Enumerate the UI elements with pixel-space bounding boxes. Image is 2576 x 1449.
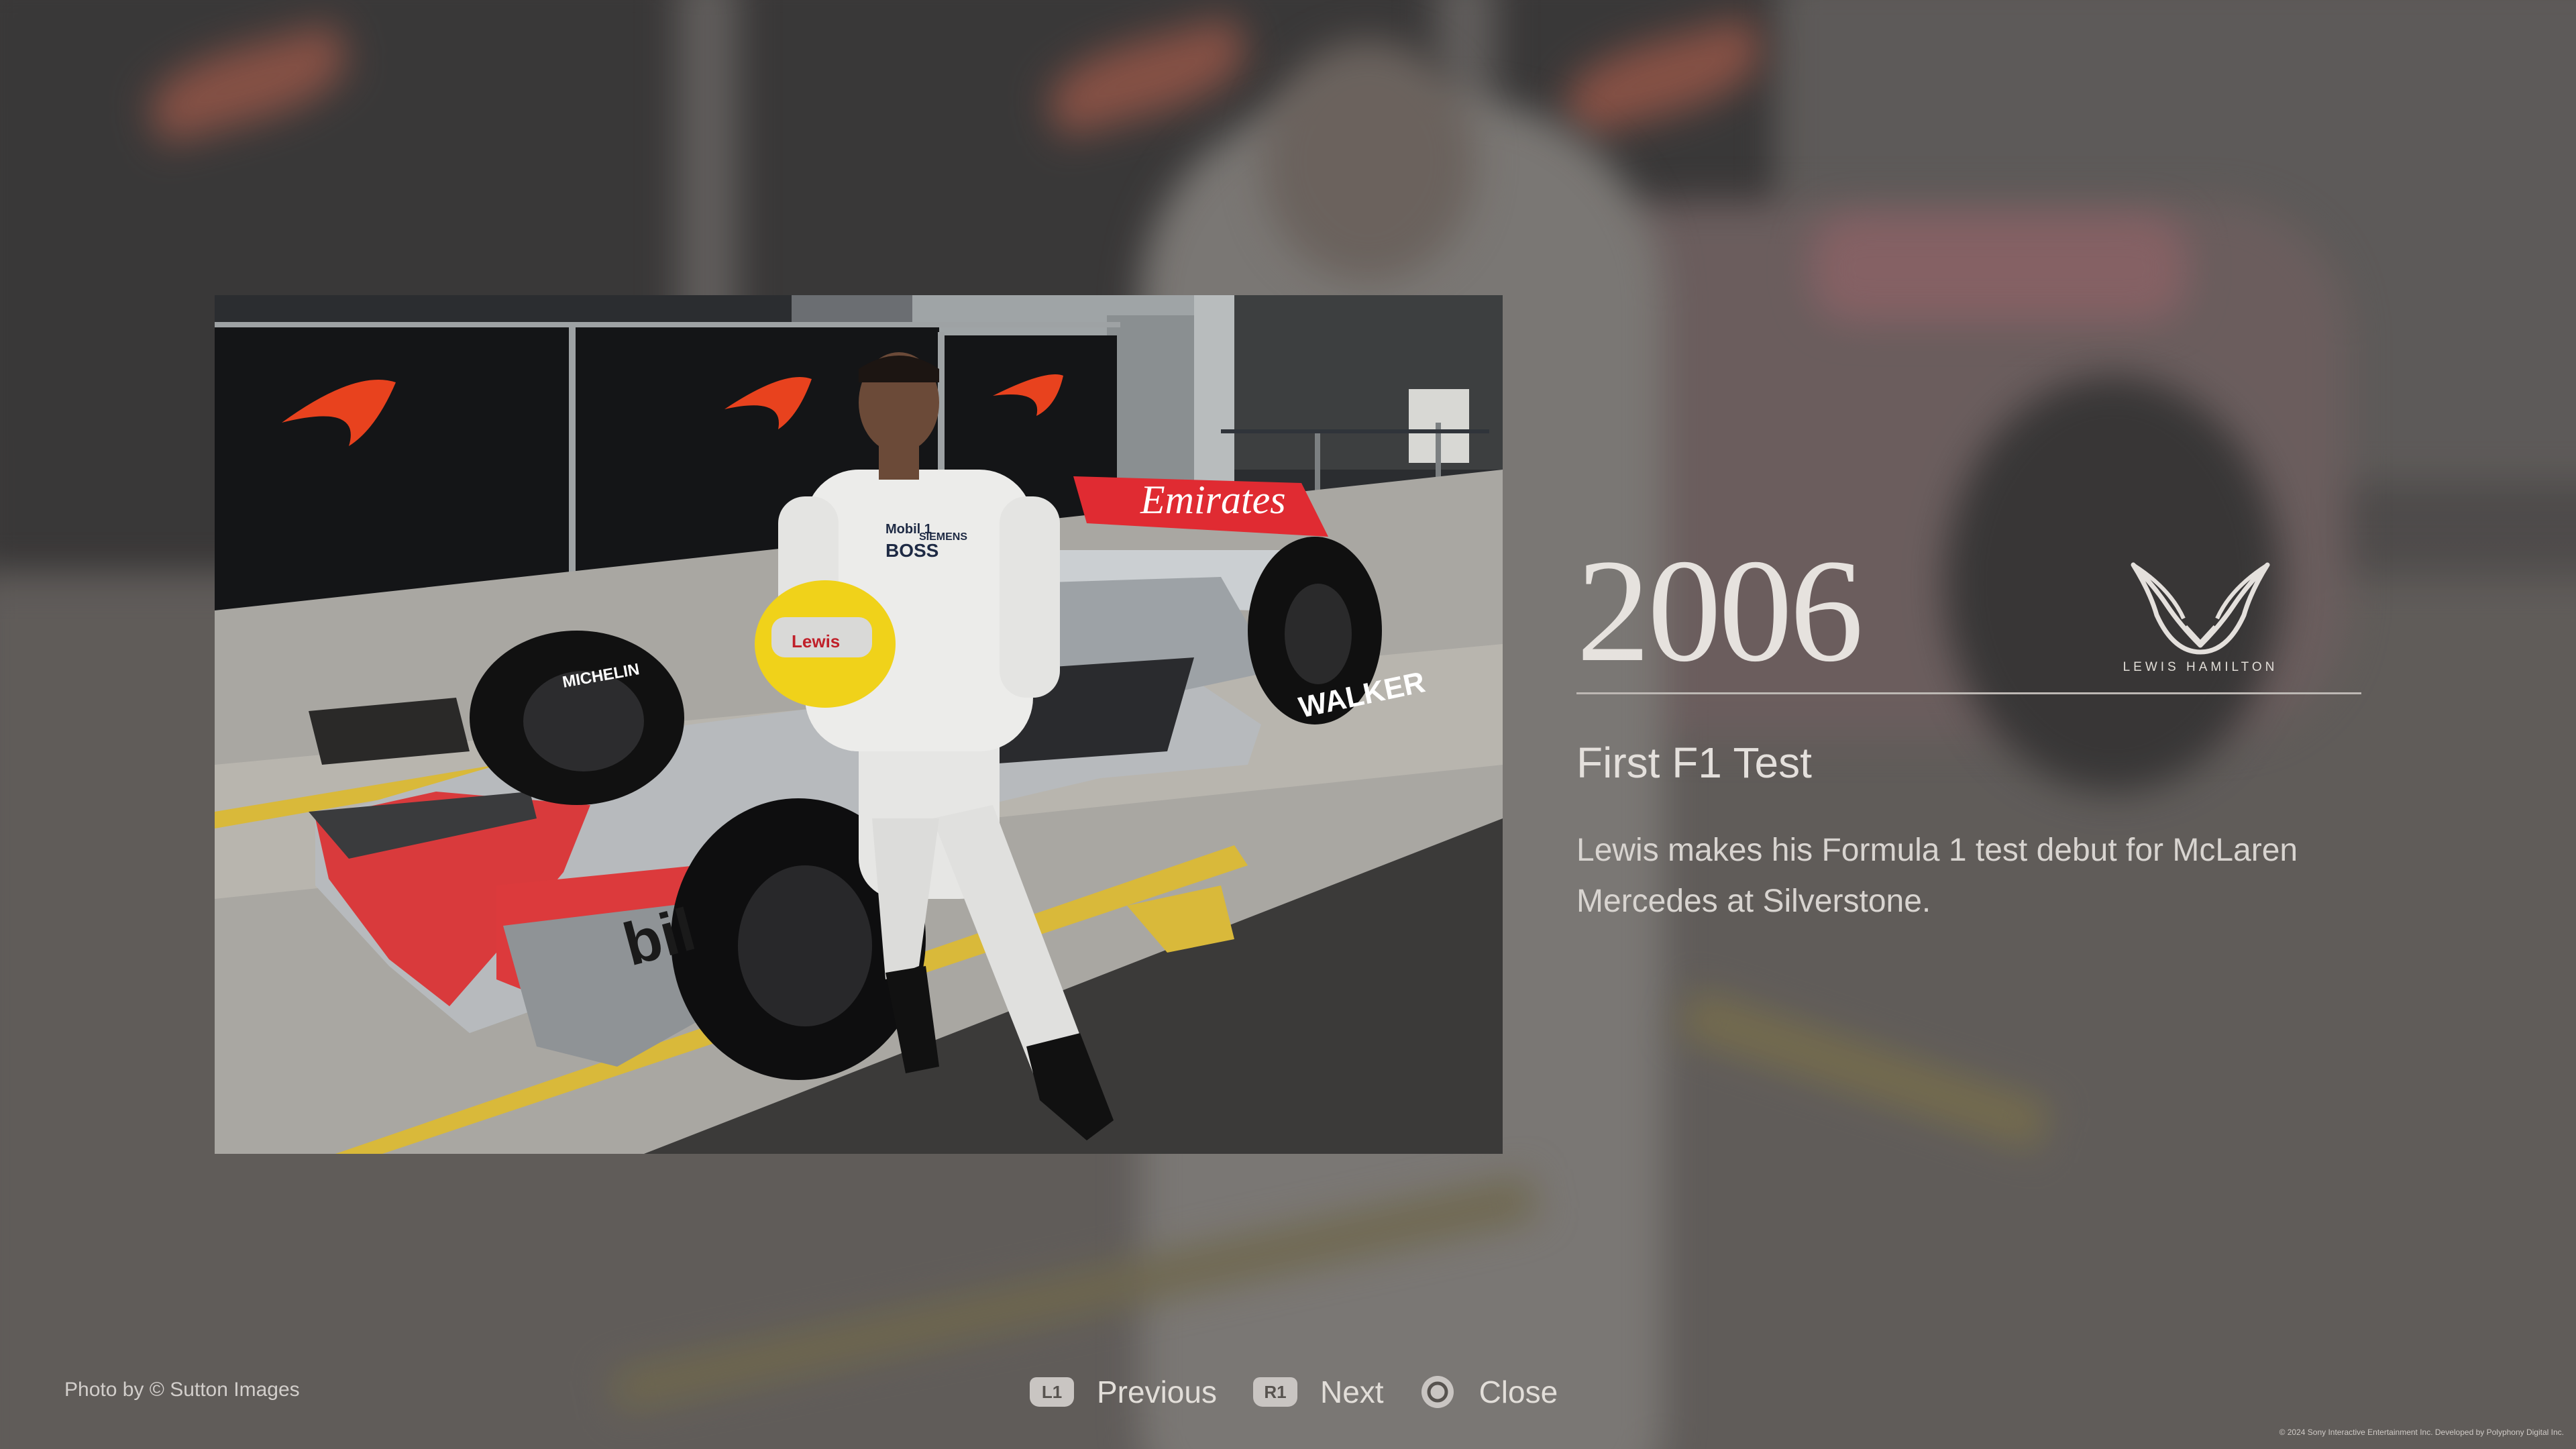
r1-button-icon: R1: [1252, 1377, 1297, 1407]
siemens-decal: SIEMENS: [919, 531, 967, 543]
previous-button[interactable]: L1 Previous: [1030, 1374, 1217, 1410]
emirates-decal: Emirates: [1140, 478, 1286, 522]
lh-wings-icon: [2131, 562, 2270, 655]
next-button[interactable]: R1 Next: [1252, 1374, 1384, 1410]
entry-description: Lewis makes his Formula 1 test debut for…: [1576, 833, 2298, 919]
controller-hints: L1 Previous R1 Next Close: [1030, 1368, 1558, 1415]
legal-notice: © 2024 Sony Interactive Entertainment In…: [2279, 1428, 2564, 1437]
photo-credit: Photo by © Sutton Images: [64, 1379, 300, 1401]
previous-label: Previous: [1097, 1375, 1217, 1409]
close-label: Close: [1479, 1375, 1558, 1409]
l1-button-icon: L1: [1030, 1377, 1074, 1407]
entry-headline: First F1 Test: [1576, 739, 1812, 787]
divider: [1576, 692, 2361, 694]
lewis-hamilton-logo: LEWIS HAMILTON: [2106, 551, 2294, 679]
next-label: Next: [1320, 1375, 1384, 1409]
logo-text: LEWIS HAMILTON: [2123, 660, 2278, 674]
helmet-lewis-decal: Lewis: [792, 631, 840, 651]
close-button[interactable]: Close: [1420, 1374, 1558, 1410]
boss-decal: BOSS: [885, 540, 938, 561]
year-heading: 2006: [1576, 529, 1864, 692]
history-photo: Emirates WALKER MICHELIN bil BOSS Mobil …: [215, 295, 1503, 1154]
circle-button-icon: [1421, 1376, 1454, 1408]
